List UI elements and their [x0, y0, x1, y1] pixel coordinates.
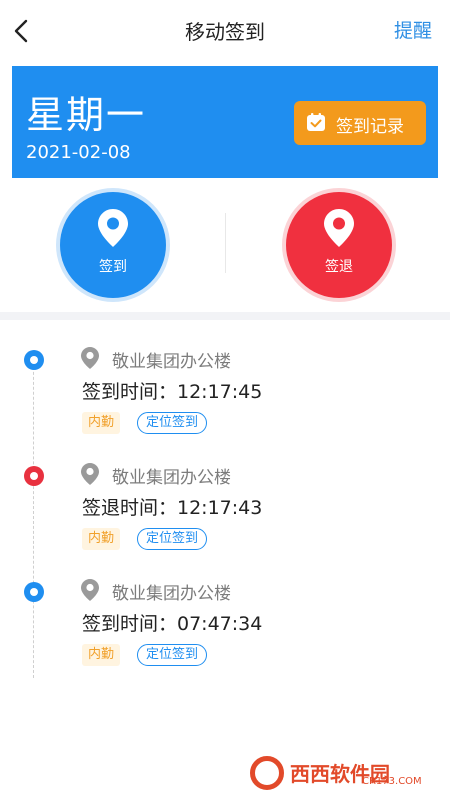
- check-in-records-label: 签到记录: [336, 117, 404, 137]
- section-separator: [0, 312, 450, 320]
- location-text: 敬业集团办公楼: [112, 468, 231, 488]
- check-out-button[interactable]: 签退: [286, 192, 392, 298]
- attendance-type-badge: 内勤: [82, 412, 121, 434]
- list-item: 敬业集团办公楼 签退时间：12:17:43 内勤 定位签到: [0, 442, 450, 552]
- location-pin-icon: [81, 463, 99, 485]
- check-in-label: 签到: [99, 259, 127, 275]
- location-pin-icon: [81, 579, 99, 601]
- action-area: 签到 签退: [0, 180, 450, 310]
- check-time-text: 签退时间：12:17:43: [82, 497, 263, 519]
- watermark-logo-icon: [250, 756, 284, 790]
- attendance-type-badge: 内勤: [82, 644, 121, 666]
- watermark-site: CR173.COM: [362, 776, 422, 787]
- attendance-type-badge: 内勤: [82, 528, 121, 550]
- location-pin-icon: [324, 209, 354, 247]
- weekday-label: 星期一: [26, 93, 147, 137]
- date-label: 2021-02-08: [26, 142, 131, 163]
- check-time-text: 签到时间：07:47:34: [82, 613, 263, 635]
- location-pin-icon: [81, 347, 99, 369]
- check-in-button[interactable]: 签到: [60, 192, 166, 298]
- location-text: 敬业集团办公楼: [112, 584, 231, 604]
- list-item: 敬业集团办公楼 签到时间：07:47:34 内勤 定位签到: [0, 558, 450, 668]
- date-banner: 星期一 2021-02-08 签到记录: [12, 66, 438, 178]
- check-time-text: 签到时间：12:17:45: [82, 381, 263, 403]
- check-method-badge: 定位签到: [137, 528, 208, 550]
- page-title: 移动签到: [185, 20, 265, 44]
- list-item: 敬业集团办公楼 签到时间：12:17:45 内勤 定位签到: [0, 326, 450, 436]
- check-in-records-button[interactable]: 签到记录: [294, 101, 426, 145]
- check-method-badge: 定位签到: [137, 644, 208, 666]
- location-pin-icon: [98, 209, 128, 247]
- watermark: 西西软件园 CR173.COM: [250, 754, 438, 792]
- timeline-dot-check-in: [24, 582, 44, 602]
- divider: [225, 213, 226, 273]
- remind-button[interactable]: 提醒: [394, 16, 432, 43]
- check-out-label: 签退: [325, 259, 353, 275]
- check-method-badge: 定位签到: [137, 412, 208, 434]
- nav-bar: 移动签到 提醒: [0, 0, 450, 62]
- timeline-dot-check-out: [24, 466, 44, 486]
- timeline-dot-check-in: [24, 350, 44, 370]
- location-text: 敬业集团办公楼: [112, 352, 231, 372]
- calendar-check-icon: [307, 113, 325, 131]
